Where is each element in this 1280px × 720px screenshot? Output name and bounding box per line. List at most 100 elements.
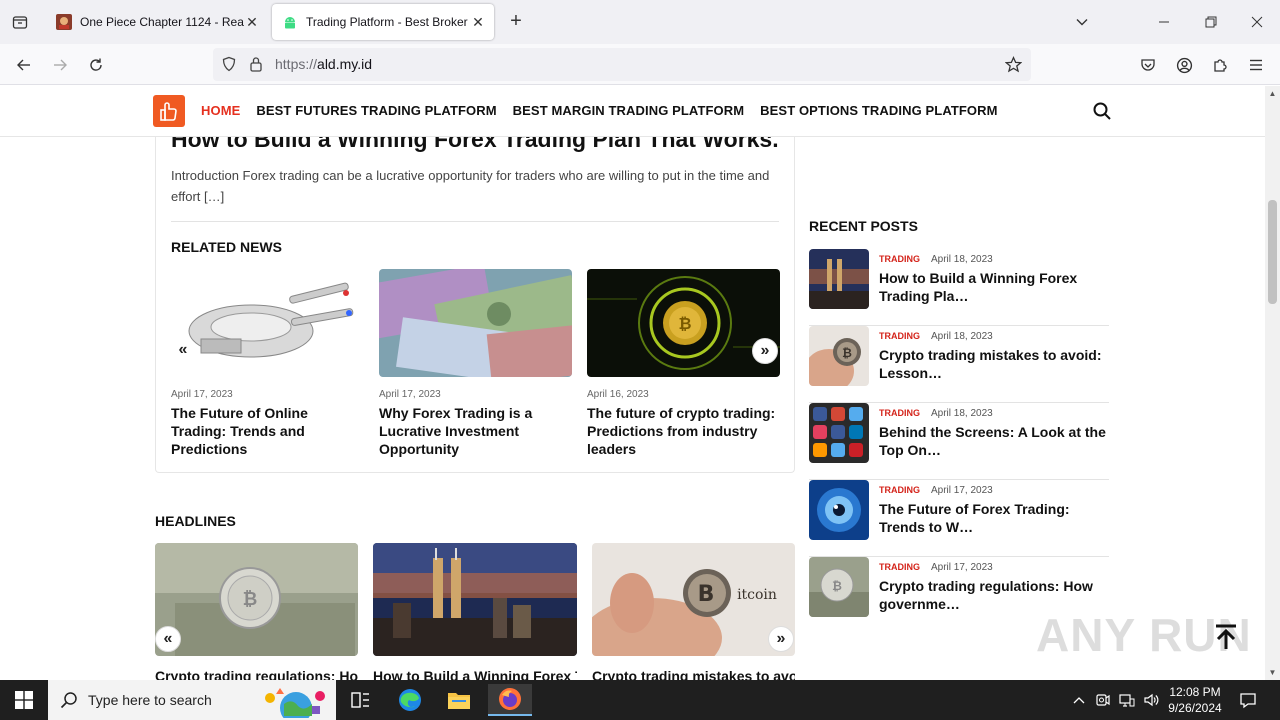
page-scrollbar[interactable]: ▲ ▼ bbox=[1265, 86, 1280, 680]
recent-post-item[interactable]: TRADING April 17, 2023 The Future of For… bbox=[809, 480, 1109, 557]
new-tab-icon[interactable]: + bbox=[504, 10, 528, 34]
spaceship-image[interactable] bbox=[171, 269, 364, 377]
post-title[interactable]: The Future of Online Trading: Trends and… bbox=[171, 404, 364, 458]
related-news-item[interactable]: April 17, 2023 Why Forex Trading is a Lu… bbox=[379, 269, 572, 458]
browser-tab-bar: One Piece Chapter 1124 - Read ✕ Trading … bbox=[0, 0, 1280, 44]
bitcoin-coin-hand-image[interactable]: B itcoin bbox=[592, 543, 795, 656]
search-icon[interactable] bbox=[1092, 101, 1112, 121]
post-category[interactable]: TRADING bbox=[879, 485, 920, 495]
post-date: April 17, 2023 bbox=[931, 562, 993, 573]
bookmark-star-icon[interactable] bbox=[1004, 56, 1023, 78]
post-title[interactable]: How to Build a Winning Forex Trading Pla… bbox=[879, 269, 1107, 305]
post-title[interactable]: The future of crypto trading: Prediction… bbox=[587, 404, 780, 458]
crypto-circuit-image[interactable]: ₿ bbox=[587, 269, 780, 377]
file-explorer-icon[interactable] bbox=[439, 684, 479, 716]
related-news-item[interactable]: ₿ April 16, 2023 The future of crypto tr… bbox=[587, 269, 780, 458]
related-prev-button[interactable]: « bbox=[170, 338, 196, 364]
scrollbar-thumb[interactable] bbox=[1268, 200, 1277, 304]
post-category[interactable]: TRADING bbox=[879, 562, 920, 572]
post-thumbnail[interactable] bbox=[809, 403, 869, 463]
taskbar-search-box[interactable]: Type here to search bbox=[48, 680, 336, 720]
windows-taskbar: Type here to search 12:08 PM 9/26/2024 bbox=[0, 680, 1280, 720]
url-text[interactable]: https://ald.my.id bbox=[275, 56, 372, 72]
headlines-heading: HEADLINES bbox=[155, 513, 236, 529]
headlines-prev-button[interactable]: « bbox=[155, 626, 181, 652]
post-thumbnail[interactable]: ₿ bbox=[809, 326, 869, 386]
firefox-taskbar-icon[interactable] bbox=[488, 684, 532, 716]
list-all-tabs-chevron-icon[interactable] bbox=[1068, 8, 1096, 36]
svg-text:₿: ₿ bbox=[832, 579, 842, 593]
extensions-puzzle-icon[interactable] bbox=[1207, 52, 1233, 78]
back-to-top-icon[interactable] bbox=[1212, 622, 1240, 652]
lock-icon[interactable] bbox=[249, 56, 263, 77]
post-category[interactable]: TRADING bbox=[879, 408, 920, 418]
recent-post-item[interactable]: TRADING April 18, 2023 How to Build a Wi… bbox=[809, 249, 1109, 326]
reload-icon[interactable] bbox=[83, 52, 109, 78]
forward-arrow-icon[interactable] bbox=[47, 52, 73, 78]
related-next-button[interactable]: » bbox=[752, 338, 778, 364]
taskbar-clock[interactable]: 12:08 PM 9/26/2024 bbox=[1160, 684, 1230, 716]
recent-post-item[interactable]: ₿ TRADING April 18, 2023 Crypto trading … bbox=[809, 326, 1109, 403]
scroll-down-arrow-icon[interactable]: ▼ bbox=[1268, 668, 1277, 677]
headlines-next-button[interactable]: » bbox=[768, 626, 794, 652]
back-arrow-icon[interactable] bbox=[11, 52, 37, 78]
clock-date: 9/26/2024 bbox=[1168, 701, 1222, 715]
address-bar[interactable]: https://ald.my.id bbox=[213, 48, 1031, 81]
url-host: ald.my.id bbox=[317, 56, 373, 72]
banknotes-image[interactable] bbox=[379, 269, 572, 377]
bitcoin-dollar-image[interactable]: ₿ bbox=[155, 543, 358, 656]
account-icon[interactable] bbox=[1171, 52, 1197, 78]
post-title[interactable]: Crypto trading mistakes to avoid: Lesson… bbox=[879, 346, 1107, 382]
headline-item[interactable]: ₿ Crypto trading regulations: How govern… bbox=[155, 543, 358, 680]
post-title[interactable]: Behind the Screens: A Look at the Top On… bbox=[879, 423, 1107, 459]
post-category[interactable]: TRADING bbox=[879, 331, 920, 341]
tracking-shield-icon[interactable] bbox=[221, 56, 237, 77]
menu-item-best-margin[interactable]: BEST MARGIN TRADING PLATFORM bbox=[513, 103, 745, 118]
post-date: April 18, 2023 bbox=[931, 254, 993, 265]
show-hidden-icons-chevron-icon[interactable] bbox=[1068, 680, 1090, 720]
browser-tab-trading-platform[interactable]: Trading Platform - Best Broker F ✕ bbox=[272, 4, 494, 40]
menu-item-best-futures[interactable]: BEST FUTURES TRADING PLATFORM bbox=[256, 103, 496, 118]
headline-item[interactable]: How to Build a Winning Forex Trading Pla… bbox=[373, 543, 577, 680]
headline-item[interactable]: B itcoin Crypto trading mistakes to avoi… bbox=[592, 543, 795, 680]
scroll-up-arrow-icon[interactable]: ▲ bbox=[1268, 89, 1277, 98]
task-view-icon[interactable] bbox=[340, 684, 380, 716]
headline-title[interactable]: Crypto trading mistakes to avoid bbox=[592, 668, 795, 680]
related-news-item[interactable]: April 17, 2023 The Future of Online Trad… bbox=[171, 269, 364, 458]
headline-title[interactable]: How to Build a Winning Forex Trading Pla… bbox=[373, 668, 577, 680]
related-news-heading: RELATED NEWS bbox=[171, 239, 282, 255]
network-icon[interactable] bbox=[1116, 680, 1138, 720]
tab-close-icon[interactable]: ✕ bbox=[470, 14, 486, 30]
post-date: April 17, 2023 bbox=[379, 389, 441, 400]
post-thumbnail[interactable]: ₿ bbox=[809, 557, 869, 617]
post-thumbnail[interactable] bbox=[809, 249, 869, 309]
search-highlight-globe-icon bbox=[260, 684, 332, 720]
tab-list-icon[interactable] bbox=[8, 10, 32, 34]
tab-close-icon[interactable]: ✕ bbox=[244, 14, 260, 30]
browser-tab-one-piece[interactable]: One Piece Chapter 1124 - Read ✕ bbox=[46, 4, 268, 40]
volume-icon[interactable] bbox=[1140, 680, 1162, 720]
hamburger-menu-icon[interactable] bbox=[1243, 52, 1269, 78]
meet-now-icon[interactable] bbox=[1092, 680, 1114, 720]
post-title[interactable]: The Future of Forex Trading: Trends to W… bbox=[879, 500, 1107, 536]
windows-start-icon[interactable] bbox=[0, 680, 48, 720]
post-title[interactable]: Why Forex Trading is a Lucrative Investm… bbox=[379, 404, 572, 458]
post-category[interactable]: TRADING bbox=[879, 254, 920, 264]
restore-icon[interactable] bbox=[1197, 8, 1225, 36]
pocket-icon[interactable] bbox=[1135, 52, 1161, 78]
city-skyline-image[interactable] bbox=[373, 543, 577, 656]
site-logo[interactable] bbox=[153, 95, 185, 127]
post-date: April 17, 2023 bbox=[171, 389, 233, 400]
search-placeholder: Type here to search bbox=[88, 692, 212, 708]
menu-item-home[interactable]: HOME bbox=[201, 103, 240, 118]
notifications-icon[interactable] bbox=[1234, 680, 1262, 720]
menu-item-best-options[interactable]: BEST OPTIONS TRADING PLATFORM bbox=[760, 103, 997, 118]
post-thumbnail[interactable] bbox=[809, 480, 869, 540]
edge-browser-icon[interactable] bbox=[390, 684, 430, 716]
post-date: April 16, 2023 bbox=[587, 389, 649, 400]
recent-post-item[interactable]: TRADING April 18, 2023 Behind the Screen… bbox=[809, 403, 1109, 480]
headline-title[interactable]: Crypto trading regulations: How governme… bbox=[155, 668, 358, 680]
minimize-icon[interactable] bbox=[1150, 8, 1178, 36]
post-date: April 18, 2023 bbox=[931, 408, 993, 419]
close-window-icon[interactable] bbox=[1243, 8, 1271, 36]
